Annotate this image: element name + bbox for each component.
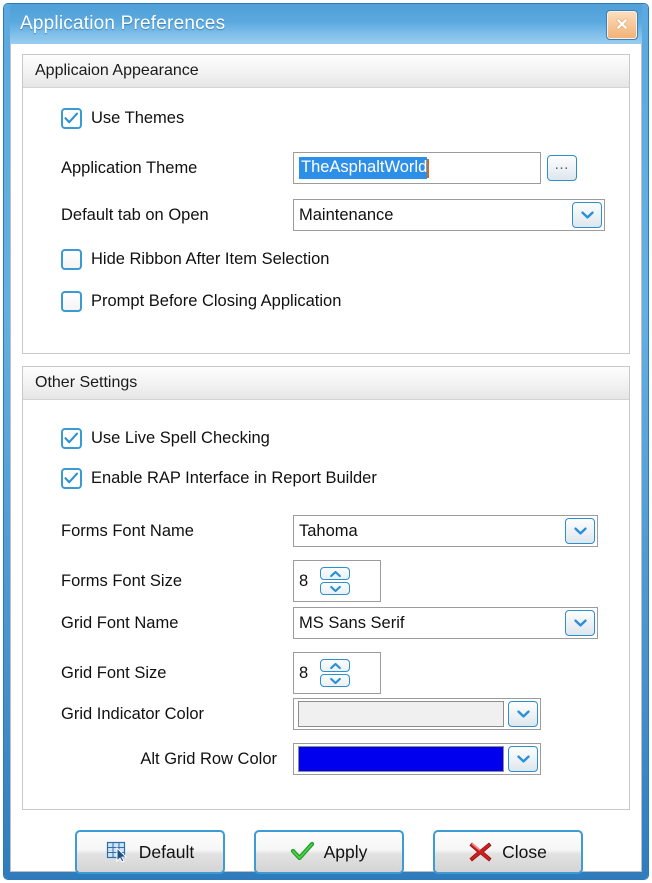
row-grid-font-name: Grid Font Name MS Sans Serif	[61, 607, 598, 639]
checkmark-icon	[64, 112, 79, 124]
grid-font-size-increment-button[interactable]	[320, 659, 351, 672]
row-grid-font-size: Grid Font Size 8	[61, 652, 381, 694]
close-window-button[interactable]	[606, 10, 638, 40]
grid-font-size-label: Grid Font Size	[61, 663, 167, 682]
close-x-icon	[616, 18, 628, 30]
use-themes-checkbox-box[interactable]	[61, 108, 82, 129]
default-tab-label: Default tab on Open	[61, 205, 209, 224]
use-themes-label: Use Themes	[91, 109, 185, 127]
chevron-down-icon	[329, 677, 341, 684]
default-button-label: Default	[138, 841, 195, 862]
default-button[interactable]: Default	[75, 830, 225, 874]
application-theme-label: Application Theme	[61, 158, 198, 177]
chevron-up-icon	[329, 570, 341, 577]
forms-font-size-value: 8	[299, 571, 309, 590]
live-spell-label: Use Live Spell Checking	[91, 429, 270, 447]
alt-grid-row-color-dropdown-button[interactable]	[508, 746, 538, 772]
default-tab-dropdown-button[interactable]	[572, 202, 602, 228]
alt-grid-row-color-swatch	[298, 746, 504, 772]
alt-grid-row-color-label: Alt Grid Row Color	[140, 749, 277, 768]
hide-ribbon-checkbox-box[interactable]	[61, 249, 82, 270]
forms-font-name-dropdown-button[interactable]	[565, 518, 595, 544]
grid-indicator-color-dropdown-button[interactable]	[508, 701, 538, 727]
chevron-down-icon	[516, 755, 530, 763]
ellipsis-icon: …	[554, 156, 570, 173]
row-alt-grid-row-color: Alt Grid Row Color	[61, 743, 541, 775]
prompt-before-closing-label: Prompt Before Closing Application	[91, 292, 342, 310]
grid-indicator-color-label: Grid Indicator Color	[61, 704, 205, 723]
forms-font-name-value: Tahoma	[299, 521, 358, 540]
checkmark-icon	[64, 472, 79, 484]
forms-font-size-decrement-button[interactable]	[320, 582, 351, 595]
grid-font-size-spinner[interactable]: 8	[293, 652, 381, 694]
row-forms-font-size: Forms Font Size 8	[61, 560, 381, 602]
application-theme-input[interactable]: TheAsphaltWorld	[293, 152, 541, 184]
forms-font-size-increment-button[interactable]	[320, 567, 351, 580]
grid-font-size-decrement-button[interactable]	[320, 674, 351, 687]
grid-indicator-color-picker[interactable]	[293, 698, 541, 730]
row-forms-font-name: Forms Font Name Tahoma	[61, 515, 598, 547]
grid-font-name-dropdown-button[interactable]	[565, 610, 595, 636]
group-other-settings: Other Settings Use Live Spell Checking E…	[22, 366, 630, 810]
group-header-appearance: Applicaion Appearance	[23, 55, 629, 88]
red-x-icon	[469, 842, 492, 862]
title-bar: Application Preferences	[10, 4, 642, 44]
checkbox-prompt-before-closing[interactable]: Prompt Before Closing Application	[61, 291, 341, 312]
rap-interface-checkbox-box[interactable]	[61, 468, 82, 489]
grid-font-size-spin-buttons	[320, 659, 351, 687]
row-grid-indicator-color: Grid Indicator Color	[61, 698, 541, 730]
chevron-down-icon	[329, 585, 341, 592]
text-cursor	[427, 158, 430, 178]
group-application-appearance: Applicaion Appearance Use Themes Applica…	[22, 54, 630, 354]
forms-font-name-combobox[interactable]: Tahoma	[293, 515, 598, 547]
forms-font-size-label: Forms Font Size	[61, 571, 183, 590]
preferences-window: Application Preferences Applicaion Appea…	[4, 4, 648, 879]
dialog-client-area: Applicaion Appearance Use Themes Applica…	[10, 44, 642, 874]
close-button[interactable]: Close	[433, 830, 583, 874]
default-tab-combobox[interactable]: Maintenance	[293, 199, 605, 231]
grid-font-name-combobox[interactable]: MS Sans Serif	[293, 607, 598, 639]
live-spell-checkbox-box[interactable]	[61, 428, 82, 449]
application-theme-browse-button[interactable]: …	[547, 155, 577, 181]
default-tab-value: Maintenance	[299, 205, 394, 224]
forms-font-size-spin-buttons	[320, 567, 351, 595]
row-application-theme: Application Theme TheAsphaltWorld …	[61, 152, 577, 184]
grid-font-size-value: 8	[299, 663, 309, 682]
chevron-down-icon	[516, 710, 530, 718]
forms-font-name-label: Forms Font Name	[61, 521, 194, 540]
checkbox-rap-interface[interactable]: Enable RAP Interface in Report Builder	[61, 468, 377, 489]
row-default-tab: Default tab on Open Maintenance	[61, 199, 605, 231]
rap-interface-label: Enable RAP Interface in Report Builder	[91, 469, 377, 487]
checkbox-live-spell-checking[interactable]: Use Live Spell Checking	[61, 428, 270, 449]
green-check-icon	[290, 841, 314, 861]
chevron-down-icon	[580, 211, 594, 219]
alt-grid-row-color-picker[interactable]	[293, 743, 541, 775]
checkmark-icon	[64, 432, 79, 444]
grid-indicator-color-swatch	[298, 701, 504, 727]
chevron-down-icon	[573, 527, 587, 535]
checkbox-hide-ribbon[interactable]: Hide Ribbon After Item Selection	[61, 249, 329, 270]
grid-font-name-value: MS Sans Serif	[299, 613, 405, 632]
chevron-up-icon	[329, 662, 341, 669]
apply-button[interactable]: Apply	[254, 830, 404, 874]
chevron-down-icon	[573, 619, 587, 627]
group-header-other-settings: Other Settings	[23, 367, 629, 400]
prompt-before-closing-checkbox-box[interactable]	[61, 291, 82, 312]
forms-font-size-spinner[interactable]: 8	[293, 560, 381, 602]
close-button-label: Close	[502, 841, 547, 862]
apply-button-label: Apply	[323, 841, 368, 862]
checkbox-use-themes[interactable]: Use Themes	[61, 108, 184, 129]
grid-cursor-icon	[106, 841, 127, 863]
window-title: Application Preferences	[20, 13, 226, 34]
grid-font-name-label: Grid Font Name	[61, 613, 179, 632]
application-theme-value: TheAsphaltWorld	[299, 157, 428, 179]
hide-ribbon-label: Hide Ribbon After Item Selection	[91, 250, 330, 268]
